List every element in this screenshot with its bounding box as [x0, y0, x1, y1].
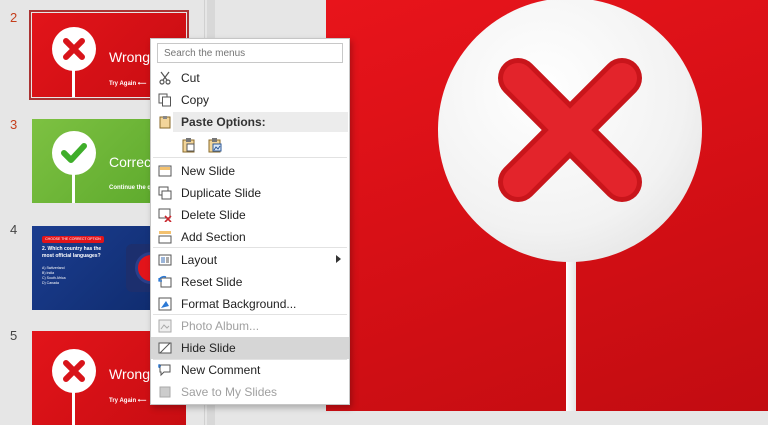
- thumbnail-subtitle: Continue the q: [109, 185, 151, 191]
- photo-album-icon: [157, 318, 173, 334]
- menu-item-label: Reset Slide: [181, 275, 243, 289]
- sign-post: [566, 255, 576, 411]
- quiz-options: A) Switzerland B) India C) South Africa …: [42, 266, 66, 286]
- slide-number: 3: [10, 117, 18, 132]
- paste-options-label: Paste Options:: [181, 115, 266, 129]
- thumbnail-title: Correct: [109, 154, 155, 170]
- main-slide[interactable]: [326, 0, 768, 411]
- thumbnail-title: Wrong: [109, 49, 150, 65]
- menu-separator: [153, 247, 347, 248]
- thumbnail-title: Wrong: [109, 366, 150, 382]
- slide-number: 4: [10, 222, 18, 237]
- new-comment-icon: [157, 362, 173, 378]
- menu-item-label: Copy: [181, 93, 210, 107]
- new-slide-icon: [157, 163, 173, 179]
- clipboard-icon: [157, 114, 173, 130]
- cut-menu-item[interactable]: Cut: [151, 67, 349, 89]
- format-background-icon: [157, 296, 173, 312]
- reset-slide-menu-item[interactable]: Reset Slide: [151, 271, 349, 293]
- scissors-icon: [157, 70, 173, 86]
- delete-slide-menu-item[interactable]: Delete Slide: [151, 204, 349, 226]
- duplicate-slide-menu-item[interactable]: Duplicate Slide: [151, 182, 349, 204]
- slide-number: 2: [10, 10, 18, 25]
- menu-item-label: New Comment: [181, 363, 261, 377]
- hide-slide-menu-item[interactable]: Hide Slide: [151, 337, 349, 359]
- sign-circle: [438, 0, 702, 262]
- quiz-header: CHOOSE THE CORRECT OPTION: [42, 236, 104, 243]
- reset-slide-icon: [157, 274, 173, 290]
- paste-picture-icon[interactable]: [207, 137, 223, 153]
- menu-item-label: Save to My Slides: [181, 385, 278, 399]
- hide-slide-icon: [157, 340, 173, 356]
- paste-options-label-row: Paste Options:: [173, 112, 348, 132]
- menu-item-label: Cut: [181, 71, 200, 85]
- check-mark-icon: [52, 131, 96, 175]
- quiz-option: D) Canada: [42, 281, 59, 285]
- photo-album-menu-item: Photo Album...: [151, 315, 349, 337]
- quiz-question: 2. Which country has the most official l…: [42, 246, 102, 259]
- copy-menu-item[interactable]: Copy: [151, 89, 349, 111]
- new-comment-menu-item[interactable]: New Comment: [151, 359, 349, 381]
- menu-item-label: Add Section: [181, 230, 246, 244]
- layout-icon: [157, 252, 173, 268]
- thumbnail-subtitle: Try Again ⟵: [109, 81, 147, 87]
- paste-keep-formatting-icon[interactable]: [181, 137, 197, 153]
- menu-item-label: New Slide: [181, 164, 236, 178]
- x-mark-icon: [498, 58, 642, 202]
- save-icon: [157, 384, 173, 400]
- menu-separator: [153, 157, 347, 158]
- delete-slide-icon: [157, 207, 173, 223]
- menu-item-label: Format Background...: [181, 297, 297, 311]
- slide-number: 5: [10, 328, 18, 343]
- copy-icon: [157, 92, 173, 108]
- x-mark-icon: [52, 349, 96, 393]
- add-section-icon: [157, 229, 173, 245]
- x-mark-icon: [52, 27, 96, 71]
- add-section-menu-item[interactable]: Add Section: [151, 226, 349, 248]
- format-background-menu-item[interactable]: Format Background...: [151, 293, 349, 315]
- menu-item-label: Duplicate Slide: [181, 186, 262, 200]
- context-menu: Cut Copy Paste Options: New Slide Duplic…: [150, 38, 350, 405]
- menu-item-label: Photo Album...: [181, 319, 260, 333]
- thumbnail-subtitle: Try Again ⟵: [109, 398, 147, 404]
- submenu-arrow-icon: [336, 255, 341, 263]
- menu-item-label: Layout: [181, 253, 218, 267]
- menu-item-label: Delete Slide: [181, 208, 246, 222]
- duplicate-slide-icon: [157, 185, 173, 201]
- new-slide-menu-item[interactable]: New Slide: [151, 160, 349, 182]
- layout-menu-item[interactable]: Layout: [151, 249, 349, 271]
- save-to-my-slides-menu-item: Save to My Slides: [151, 381, 349, 403]
- menu-search-input[interactable]: [157, 43, 343, 63]
- menu-item-label: Hide Slide: [181, 341, 236, 355]
